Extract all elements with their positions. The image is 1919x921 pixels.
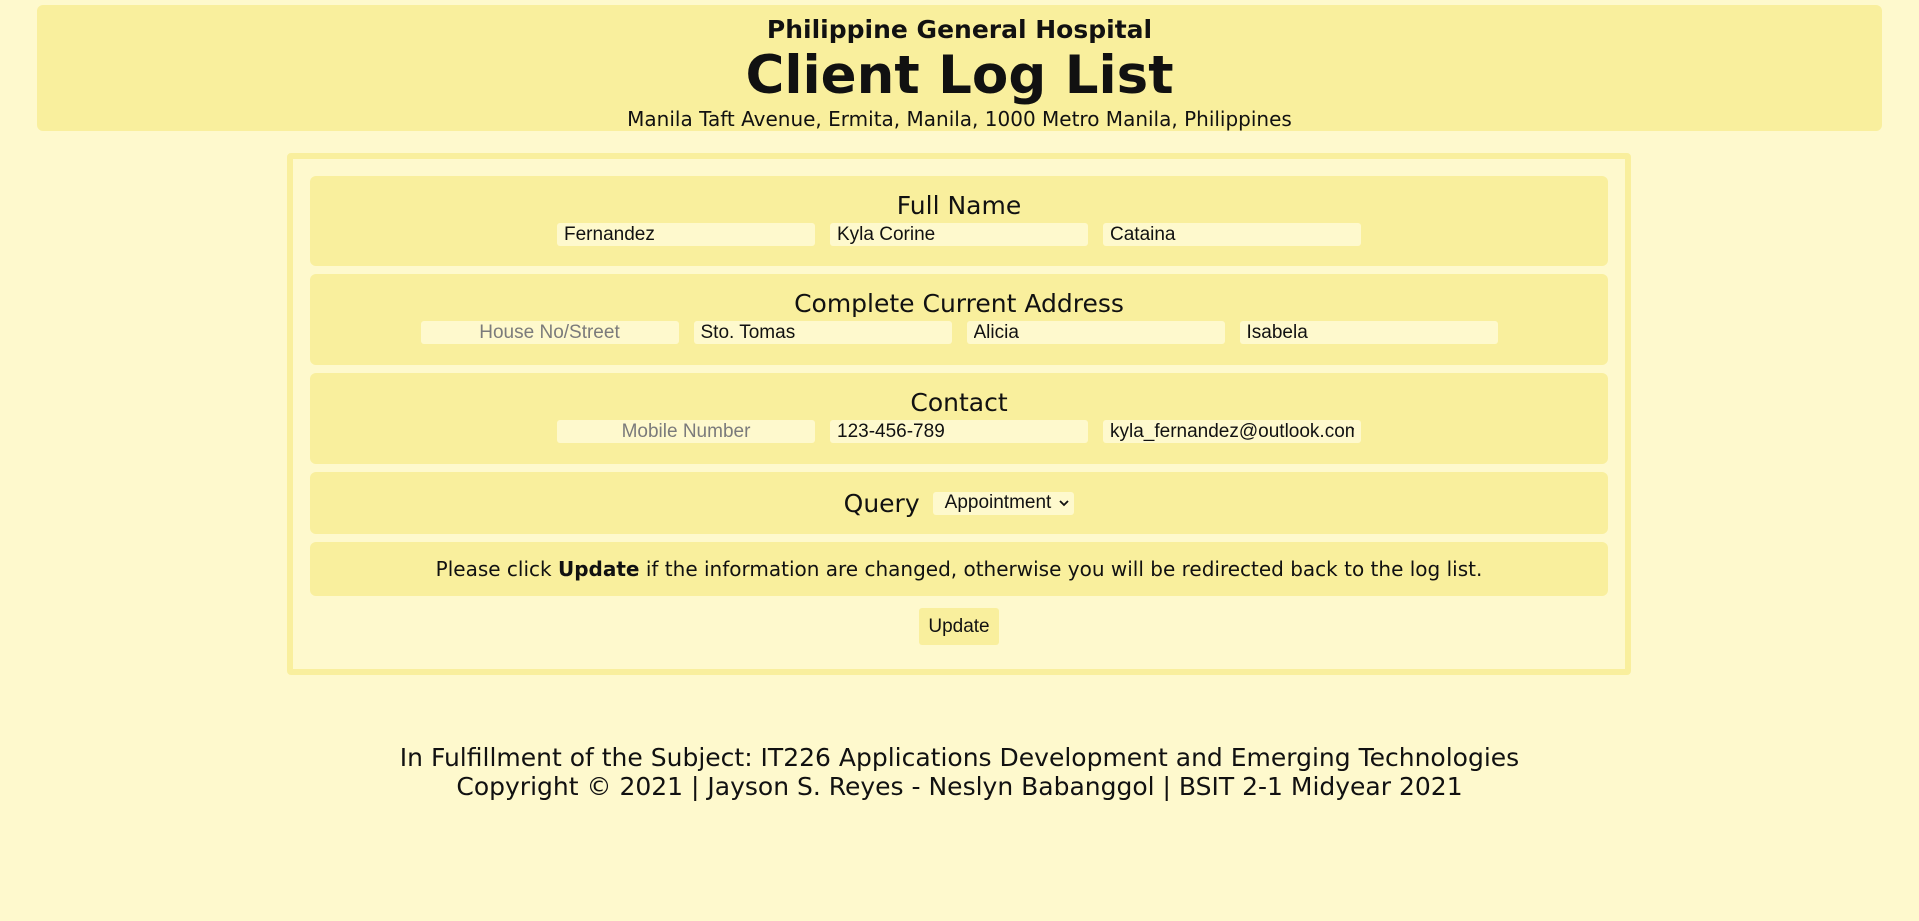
first-name-input[interactable] [830,223,1088,246]
footer-copyright: Copyright © 2021 | Jayson S. Reyes - Nes… [456,772,1463,801]
full-name-label: Full Name [896,191,1022,220]
note-text-before: Please click [435,557,558,581]
note-emphasis: Update [557,557,640,581]
full-name-row [310,223,1608,246]
mobile-number-input[interactable] [557,420,815,443]
phone-input[interactable] [830,420,1088,443]
update-instruction: Please click Update if the information a… [310,542,1608,596]
hospital-name: Philippine General Hospital [766,15,1153,44]
email-input[interactable] [1103,420,1361,443]
address-row [310,321,1608,344]
update-button[interactable]: Update [919,608,999,645]
query-row: Query Appointment [310,472,1608,534]
footer-fulfillment: In Fulfillment of the Subject: IT226 App… [399,743,1520,772]
barangay-input[interactable] [693,321,952,344]
query-selected-value: Appointment [944,492,1052,513]
note-text-after: if the information are changed, otherwis… [639,557,1483,581]
chevron-down-icon [1059,500,1069,507]
address-section: Complete Current Address [310,274,1608,365]
hospital-address: Manila Taft Avenue, Ermita, Manila, 1000… [627,107,1292,131]
middle-name-input[interactable] [1103,223,1361,246]
query-select[interactable]: Appointment [932,491,1075,515]
update-note-section: Please click Update if the information a… [310,542,1608,596]
query-label: Query [843,488,920,518]
contact-label: Contact [910,388,1008,417]
province-input[interactable] [1239,321,1498,344]
page-title: Client Log List [745,45,1174,106]
page-header: Philippine General Hospital Client Log L… [37,5,1882,131]
city-input[interactable] [966,321,1225,344]
street-input[interactable] [420,321,679,344]
last-name-input[interactable] [557,223,815,246]
query-section: Query Appointment [310,472,1608,534]
contact-section: Contact [310,373,1608,464]
address-label: Complete Current Address [794,289,1124,318]
client-form: Full Name Complete Current Address Conta… [287,153,1631,675]
contact-row [310,420,1608,443]
full-name-section: Full Name [310,176,1608,266]
page-footer: In Fulfillment of the Subject: IT226 App… [0,743,1919,801]
